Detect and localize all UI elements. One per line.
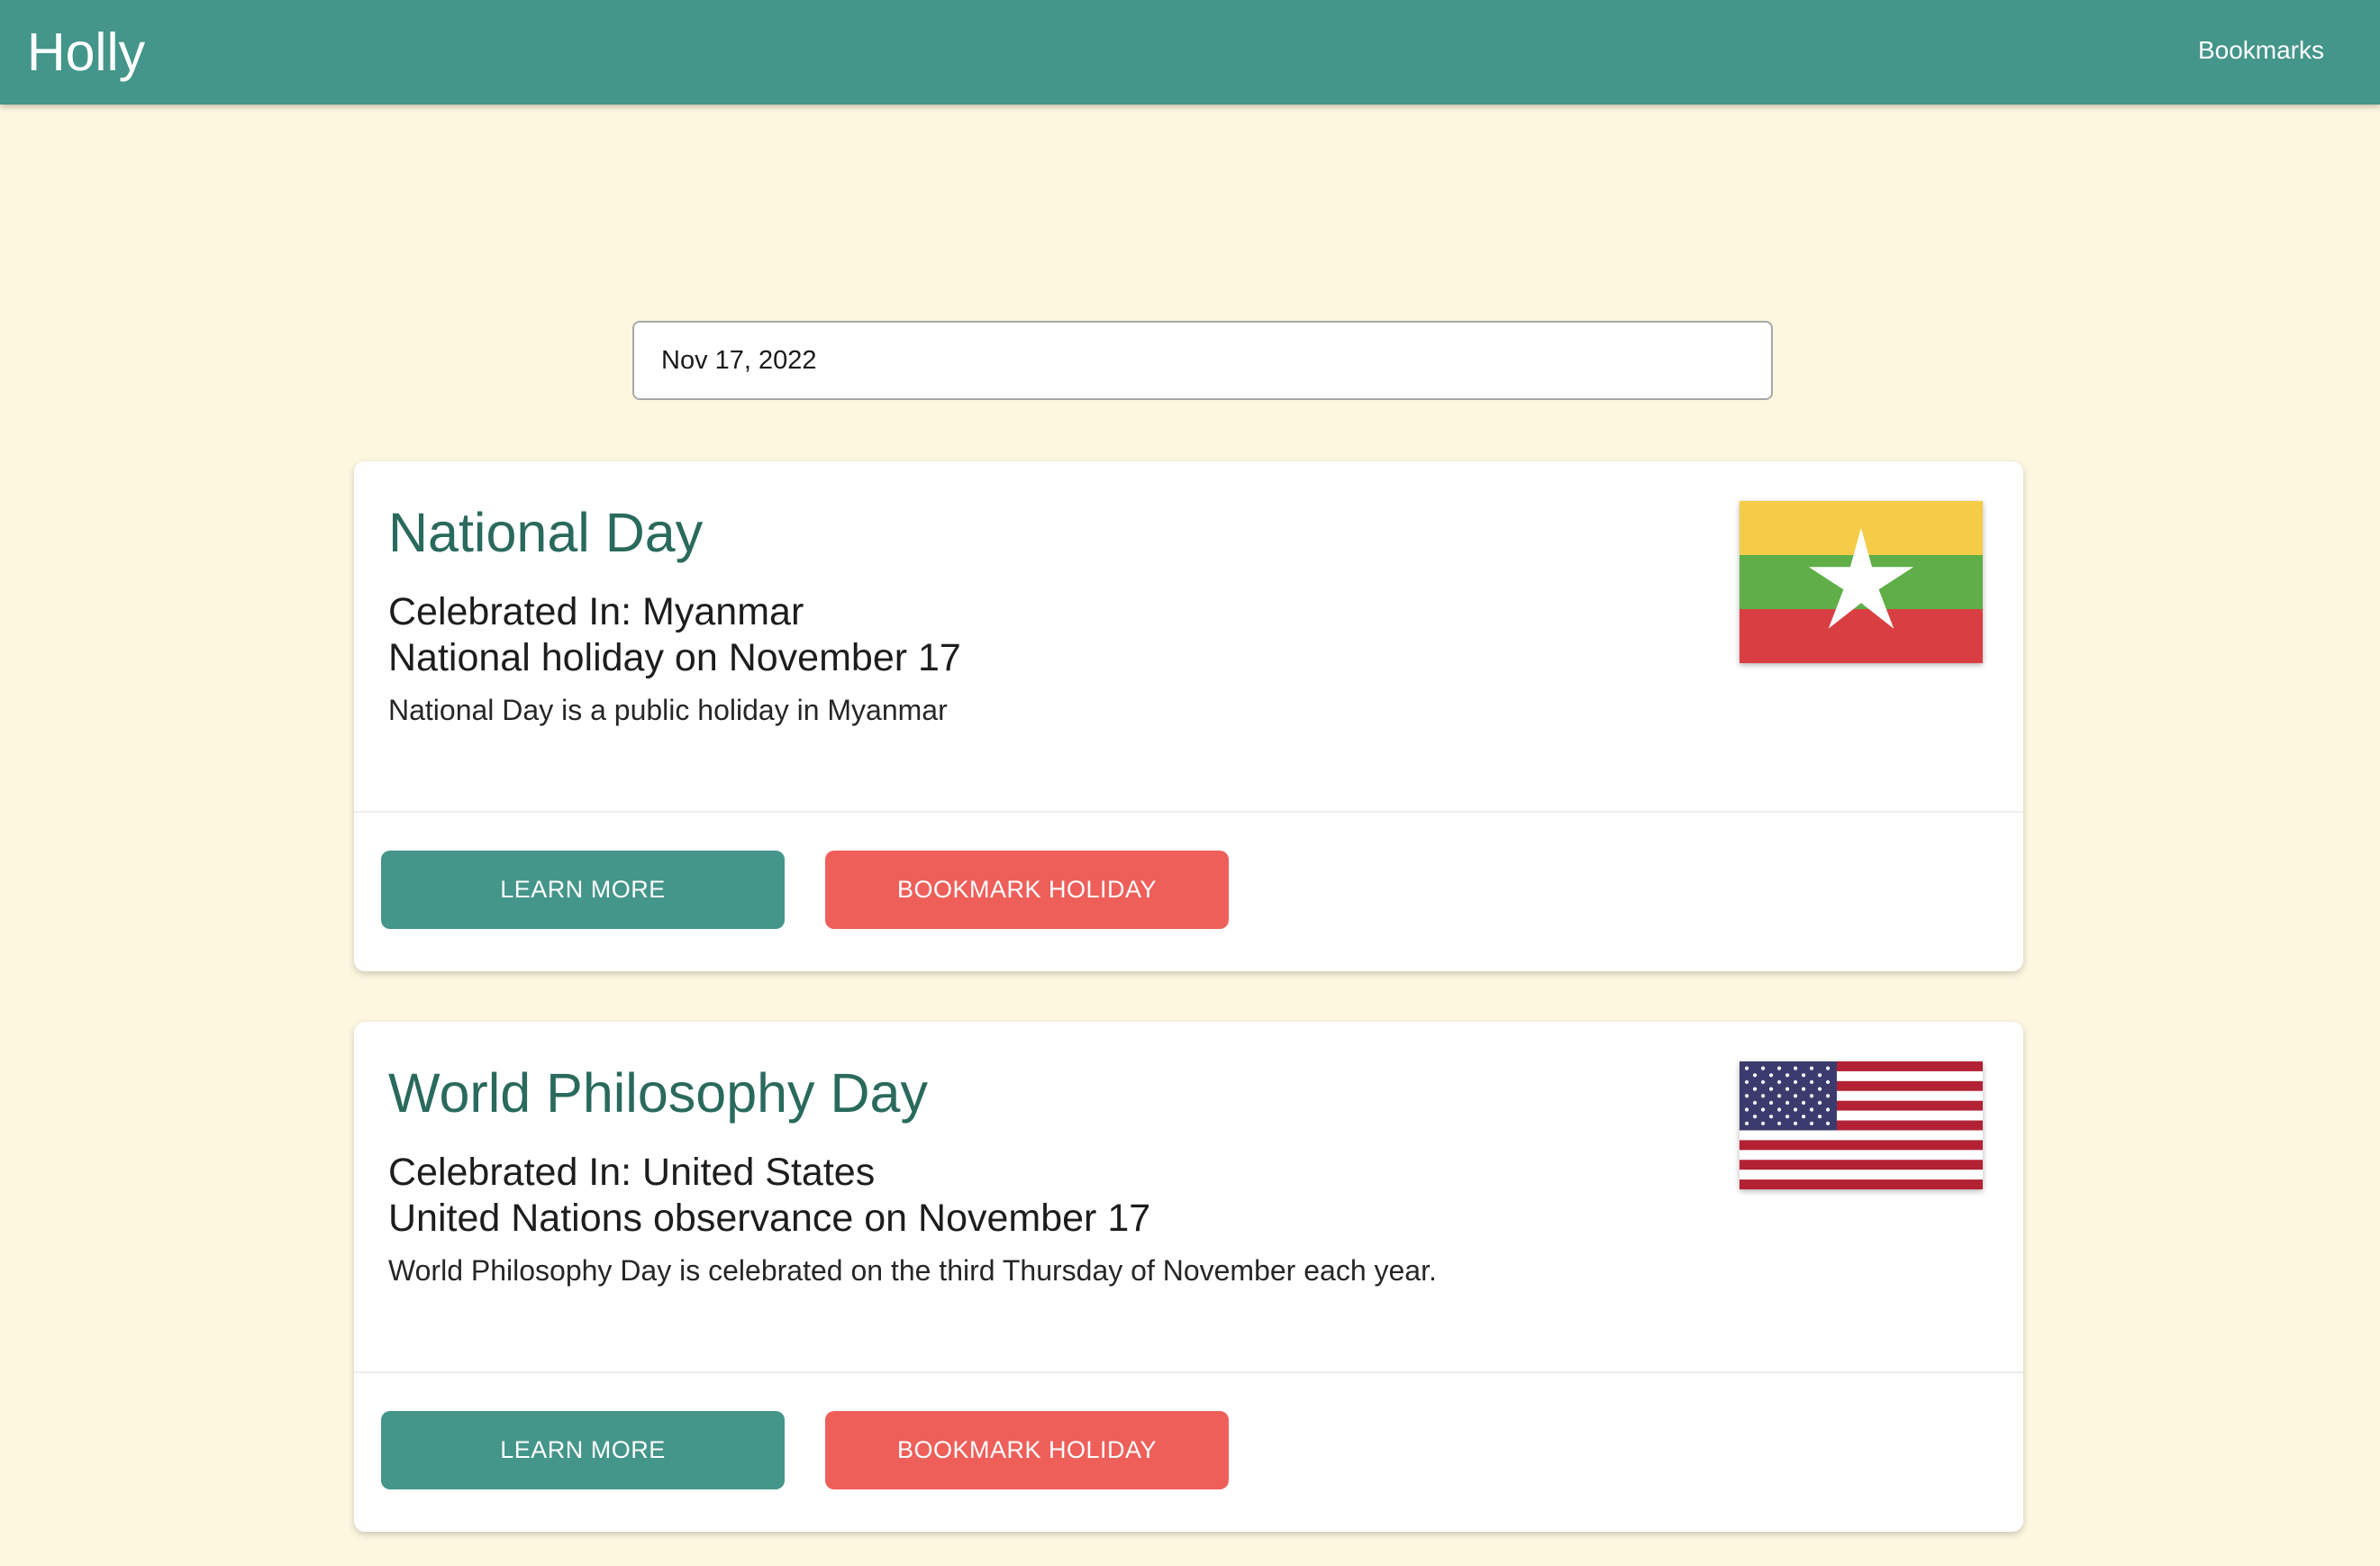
- holiday-country: Celebrated In: Myanmar: [388, 590, 804, 633]
- card-actions: LEARN MORE BOOKMARK HOLIDAY: [354, 1373, 2023, 1532]
- bookmarks-link[interactable]: Bookmarks: [2198, 34, 2324, 67]
- brand-logo[interactable]: Holly: [27, 22, 145, 83]
- holiday-title: National Day: [388, 502, 704, 563]
- date-input[interactable]: [632, 321, 1773, 400]
- holiday-country: Celebrated In: United States: [388, 1151, 876, 1194]
- holiday-type: National holiday on November 17: [388, 636, 961, 679]
- holiday-description: National Day is a public holiday in Myan…: [388, 694, 948, 726]
- holiday-title: World Philosophy Day: [388, 1062, 928, 1124]
- top-navbar: Holly Bookmarks: [0, 0, 2380, 105]
- holiday-card-body: National Day Celebrated In: Myanmar Nati…: [354, 461, 2023, 811]
- holiday-description: World Philosophy Day is celebrated on th…: [388, 1254, 1437, 1287]
- learn-more-button[interactable]: LEARN MORE: [381, 851, 785, 929]
- holiday-type: United Nations observance on November 17: [388, 1197, 1151, 1240]
- card-actions: LEARN MORE BOOKMARK HOLIDAY: [354, 813, 2023, 971]
- united-states-flag-icon: [1740, 1061, 1983, 1189]
- myanmar-flag-icon: [1740, 501, 1983, 663]
- learn-more-button[interactable]: LEARN MORE: [381, 1411, 785, 1489]
- holiday-card: World Philosophy Day Celebrated In: Unit…: [354, 1022, 2023, 1532]
- bookmark-holiday-button[interactable]: BOOKMARK HOLIDAY: [825, 851, 1229, 929]
- holiday-card: National Day Celebrated In: Myanmar Nati…: [354, 461, 2023, 971]
- bookmark-holiday-button[interactable]: BOOKMARK HOLIDAY: [825, 1411, 1229, 1489]
- holiday-card-body: World Philosophy Day Celebrated In: Unit…: [354, 1022, 2023, 1371]
